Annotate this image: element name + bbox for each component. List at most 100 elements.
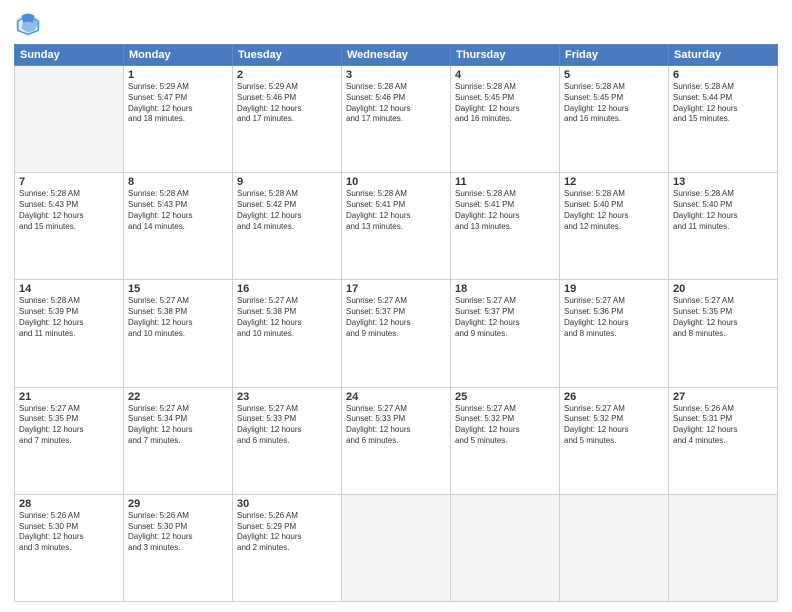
day-number: 19 — [564, 283, 664, 295]
calendar-cell: 18Sunrise: 5:27 AM Sunset: 5:37 PM Dayli… — [451, 280, 560, 387]
calendar-cell: 13Sunrise: 5:28 AM Sunset: 5:40 PM Dayli… — [669, 173, 778, 280]
logo-icon — [14, 10, 42, 38]
day-info: Sunrise: 5:27 AM Sunset: 5:34 PM Dayligh… — [128, 404, 228, 447]
calendar-cell: 14Sunrise: 5:28 AM Sunset: 5:39 PM Dayli… — [15, 280, 124, 387]
calendar-cell: 7Sunrise: 5:28 AM Sunset: 5:43 PM Daylig… — [15, 173, 124, 280]
day-number: 21 — [19, 391, 119, 403]
day-info: Sunrise: 5:28 AM Sunset: 5:46 PM Dayligh… — [346, 82, 446, 125]
day-info: Sunrise: 5:27 AM Sunset: 5:33 PM Dayligh… — [346, 404, 446, 447]
day-number: 27 — [673, 391, 773, 403]
calendar-cell: 10Sunrise: 5:28 AM Sunset: 5:41 PM Dayli… — [342, 173, 451, 280]
day-info: Sunrise: 5:28 AM Sunset: 5:41 PM Dayligh… — [346, 189, 446, 232]
calendar-cell: 29Sunrise: 5:26 AM Sunset: 5:30 PM Dayli… — [124, 494, 233, 601]
day-info: Sunrise: 5:27 AM Sunset: 5:35 PM Dayligh… — [673, 296, 773, 339]
day-number: 25 — [455, 391, 555, 403]
calendar-week-2: 14Sunrise: 5:28 AM Sunset: 5:39 PM Dayli… — [15, 280, 778, 387]
day-number: 24 — [346, 391, 446, 403]
day-info: Sunrise: 5:28 AM Sunset: 5:45 PM Dayligh… — [564, 82, 664, 125]
weekday-friday: Friday — [560, 45, 669, 66]
day-number: 6 — [673, 69, 773, 81]
weekday-header-row: SundayMondayTuesdayWednesdayThursdayFrid… — [15, 45, 778, 66]
day-number: 15 — [128, 283, 228, 295]
calendar-cell: 5Sunrise: 5:28 AM Sunset: 5:45 PM Daylig… — [560, 66, 669, 173]
calendar-cell: 19Sunrise: 5:27 AM Sunset: 5:36 PM Dayli… — [560, 280, 669, 387]
calendar-cell: 23Sunrise: 5:27 AM Sunset: 5:33 PM Dayli… — [233, 387, 342, 494]
day-number: 9 — [237, 176, 337, 188]
day-info: Sunrise: 5:28 AM Sunset: 5:40 PM Dayligh… — [673, 189, 773, 232]
calendar-cell: 2Sunrise: 5:29 AM Sunset: 5:46 PM Daylig… — [233, 66, 342, 173]
day-number: 28 — [19, 498, 119, 510]
day-info: Sunrise: 5:28 AM Sunset: 5:41 PM Dayligh… — [455, 189, 555, 232]
calendar-cell — [560, 494, 669, 601]
calendar-cell: 15Sunrise: 5:27 AM Sunset: 5:38 PM Dayli… — [124, 280, 233, 387]
day-info: Sunrise: 5:27 AM Sunset: 5:37 PM Dayligh… — [455, 296, 555, 339]
day-info: Sunrise: 5:26 AM Sunset: 5:30 PM Dayligh… — [19, 511, 119, 554]
day-number: 29 — [128, 498, 228, 510]
calendar-week-4: 28Sunrise: 5:26 AM Sunset: 5:30 PM Dayli… — [15, 494, 778, 601]
day-info: Sunrise: 5:27 AM Sunset: 5:37 PM Dayligh… — [346, 296, 446, 339]
day-number: 4 — [455, 69, 555, 81]
calendar-cell: 3Sunrise: 5:28 AM Sunset: 5:46 PM Daylig… — [342, 66, 451, 173]
day-number: 22 — [128, 391, 228, 403]
page: SundayMondayTuesdayWednesdayThursdayFrid… — [0, 0, 792, 612]
calendar-table: SundayMondayTuesdayWednesdayThursdayFrid… — [14, 44, 778, 602]
calendar-cell: 12Sunrise: 5:28 AM Sunset: 5:40 PM Dayli… — [560, 173, 669, 280]
day-info: Sunrise: 5:27 AM Sunset: 5:38 PM Dayligh… — [128, 296, 228, 339]
calendar-week-1: 7Sunrise: 5:28 AM Sunset: 5:43 PM Daylig… — [15, 173, 778, 280]
calendar-cell: 16Sunrise: 5:27 AM Sunset: 5:38 PM Dayli… — [233, 280, 342, 387]
day-info: Sunrise: 5:28 AM Sunset: 5:43 PM Dayligh… — [19, 189, 119, 232]
day-info: Sunrise: 5:28 AM Sunset: 5:42 PM Dayligh… — [237, 189, 337, 232]
day-info: Sunrise: 5:28 AM Sunset: 5:43 PM Dayligh… — [128, 189, 228, 232]
day-number: 11 — [455, 176, 555, 188]
calendar-cell: 24Sunrise: 5:27 AM Sunset: 5:33 PM Dayli… — [342, 387, 451, 494]
calendar-cell: 9Sunrise: 5:28 AM Sunset: 5:42 PM Daylig… — [233, 173, 342, 280]
header — [14, 10, 778, 38]
weekday-sunday: Sunday — [15, 45, 124, 66]
calendar-cell — [451, 494, 560, 601]
day-info: Sunrise: 5:27 AM Sunset: 5:32 PM Dayligh… — [455, 404, 555, 447]
calendar-cell: 11Sunrise: 5:28 AM Sunset: 5:41 PM Dayli… — [451, 173, 560, 280]
day-info: Sunrise: 5:26 AM Sunset: 5:31 PM Dayligh… — [673, 404, 773, 447]
calendar-cell: 17Sunrise: 5:27 AM Sunset: 5:37 PM Dayli… — [342, 280, 451, 387]
day-info: Sunrise: 5:27 AM Sunset: 5:33 PM Dayligh… — [237, 404, 337, 447]
day-number: 12 — [564, 176, 664, 188]
calendar-cell: 1Sunrise: 5:29 AM Sunset: 5:47 PM Daylig… — [124, 66, 233, 173]
day-number: 23 — [237, 391, 337, 403]
calendar-week-3: 21Sunrise: 5:27 AM Sunset: 5:35 PM Dayli… — [15, 387, 778, 494]
day-number: 13 — [673, 176, 773, 188]
day-number: 2 — [237, 69, 337, 81]
calendar-cell — [15, 66, 124, 173]
day-info: Sunrise: 5:26 AM Sunset: 5:30 PM Dayligh… — [128, 511, 228, 554]
weekday-monday: Monday — [124, 45, 233, 66]
weekday-thursday: Thursday — [451, 45, 560, 66]
day-number: 18 — [455, 283, 555, 295]
calendar-cell: 27Sunrise: 5:26 AM Sunset: 5:31 PM Dayli… — [669, 387, 778, 494]
calendar-cell: 25Sunrise: 5:27 AM Sunset: 5:32 PM Dayli… — [451, 387, 560, 494]
calendar-cell: 21Sunrise: 5:27 AM Sunset: 5:35 PM Dayli… — [15, 387, 124, 494]
weekday-wednesday: Wednesday — [342, 45, 451, 66]
calendar-cell: 26Sunrise: 5:27 AM Sunset: 5:32 PM Dayli… — [560, 387, 669, 494]
day-number: 20 — [673, 283, 773, 295]
day-number: 17 — [346, 283, 446, 295]
weekday-tuesday: Tuesday — [233, 45, 342, 66]
calendar-cell — [669, 494, 778, 601]
day-info: Sunrise: 5:28 AM Sunset: 5:40 PM Dayligh… — [564, 189, 664, 232]
logo — [14, 10, 46, 38]
day-number: 7 — [19, 176, 119, 188]
calendar-cell: 4Sunrise: 5:28 AM Sunset: 5:45 PM Daylig… — [451, 66, 560, 173]
calendar-cell: 30Sunrise: 5:26 AM Sunset: 5:29 PM Dayli… — [233, 494, 342, 601]
day-info: Sunrise: 5:26 AM Sunset: 5:29 PM Dayligh… — [237, 511, 337, 554]
day-number: 30 — [237, 498, 337, 510]
calendar-week-0: 1Sunrise: 5:29 AM Sunset: 5:47 PM Daylig… — [15, 66, 778, 173]
day-number: 10 — [346, 176, 446, 188]
day-info: Sunrise: 5:28 AM Sunset: 5:44 PM Dayligh… — [673, 82, 773, 125]
day-info: Sunrise: 5:27 AM Sunset: 5:38 PM Dayligh… — [237, 296, 337, 339]
calendar-cell: 28Sunrise: 5:26 AM Sunset: 5:30 PM Dayli… — [15, 494, 124, 601]
weekday-saturday: Saturday — [669, 45, 778, 66]
day-info: Sunrise: 5:27 AM Sunset: 5:36 PM Dayligh… — [564, 296, 664, 339]
day-info: Sunrise: 5:29 AM Sunset: 5:47 PM Dayligh… — [128, 82, 228, 125]
day-info: Sunrise: 5:28 AM Sunset: 5:45 PM Dayligh… — [455, 82, 555, 125]
calendar-cell: 22Sunrise: 5:27 AM Sunset: 5:34 PM Dayli… — [124, 387, 233, 494]
day-number: 3 — [346, 69, 446, 81]
calendar-cell: 6Sunrise: 5:28 AM Sunset: 5:44 PM Daylig… — [669, 66, 778, 173]
